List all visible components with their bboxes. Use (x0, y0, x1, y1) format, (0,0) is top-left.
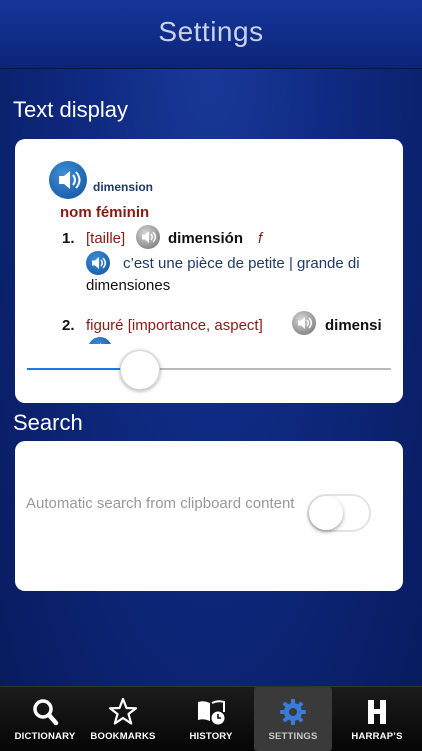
nav-bar: Settings (0, 0, 422, 69)
speaker-icon[interactable] (136, 225, 160, 249)
text-display-card: dimension nom féminin 1. [taille] dimens… (15, 139, 403, 403)
speaker-icon[interactable] (292, 311, 316, 335)
translation: dimensi (325, 317, 382, 334)
tab-harraps[interactable]: HARRAP’S (338, 687, 416, 751)
search-card: Automatic search from clipboard content (15, 441, 403, 591)
sense-number: 2. (62, 317, 75, 334)
tab-bar: DICTIONARY BOOKMARKS HISTORY SETTINGS HA… (0, 686, 422, 751)
sense-label: figuré [importance, aspect] (86, 317, 263, 334)
part-of-speech: nom féminin (60, 204, 150, 221)
search-icon (33, 699, 59, 726)
example-target: dimensiones (86, 277, 171, 294)
example-source: c’est une pièce de petite | grande di (123, 255, 360, 272)
speaker-icon[interactable] (88, 337, 112, 344)
auto-search-label: Automatic search from clipboard content (26, 495, 295, 512)
star-icon (108, 697, 138, 725)
book-clock-icon (198, 700, 225, 725)
tab-dictionary[interactable]: DICTIONARY (6, 687, 84, 751)
page-title: Settings (158, 16, 264, 47)
gender-label: f (258, 230, 263, 247)
harraps-logo-icon (368, 700, 386, 724)
tab-label: SETTINGS (268, 731, 318, 742)
translation: dimensión (168, 230, 244, 247)
speaker-icon[interactable] (86, 251, 110, 275)
tab-label: DICTIONARY (14, 731, 76, 742)
sense-label: [taille] (86, 230, 126, 247)
font-size-slider-thumb[interactable] (120, 350, 160, 390)
gear-icon (280, 699, 306, 725)
auto-search-toggle[interactable] (307, 494, 371, 532)
tab-settings[interactable]: SETTINGS (254, 687, 332, 751)
tab-bookmarks[interactable]: BOOKMARKS (84, 687, 162, 751)
tab-label: BOOKMARKS (90, 731, 156, 742)
toggle-knob[interactable] (309, 496, 343, 530)
text-display-section-title: Text display (13, 97, 128, 122)
search-section-title: Search (13, 410, 83, 435)
sense-number: 1. (62, 230, 75, 247)
speaker-icon[interactable] (49, 161, 87, 199)
entry-preview: dimension nom féminin 1. [taille] dimens… (15, 139, 390, 344)
tab-label: HARRAP’S (351, 731, 403, 742)
tab-label: HISTORY (189, 731, 233, 742)
tab-history[interactable]: HISTORY (172, 687, 250, 751)
headword: dimension (93, 180, 154, 194)
